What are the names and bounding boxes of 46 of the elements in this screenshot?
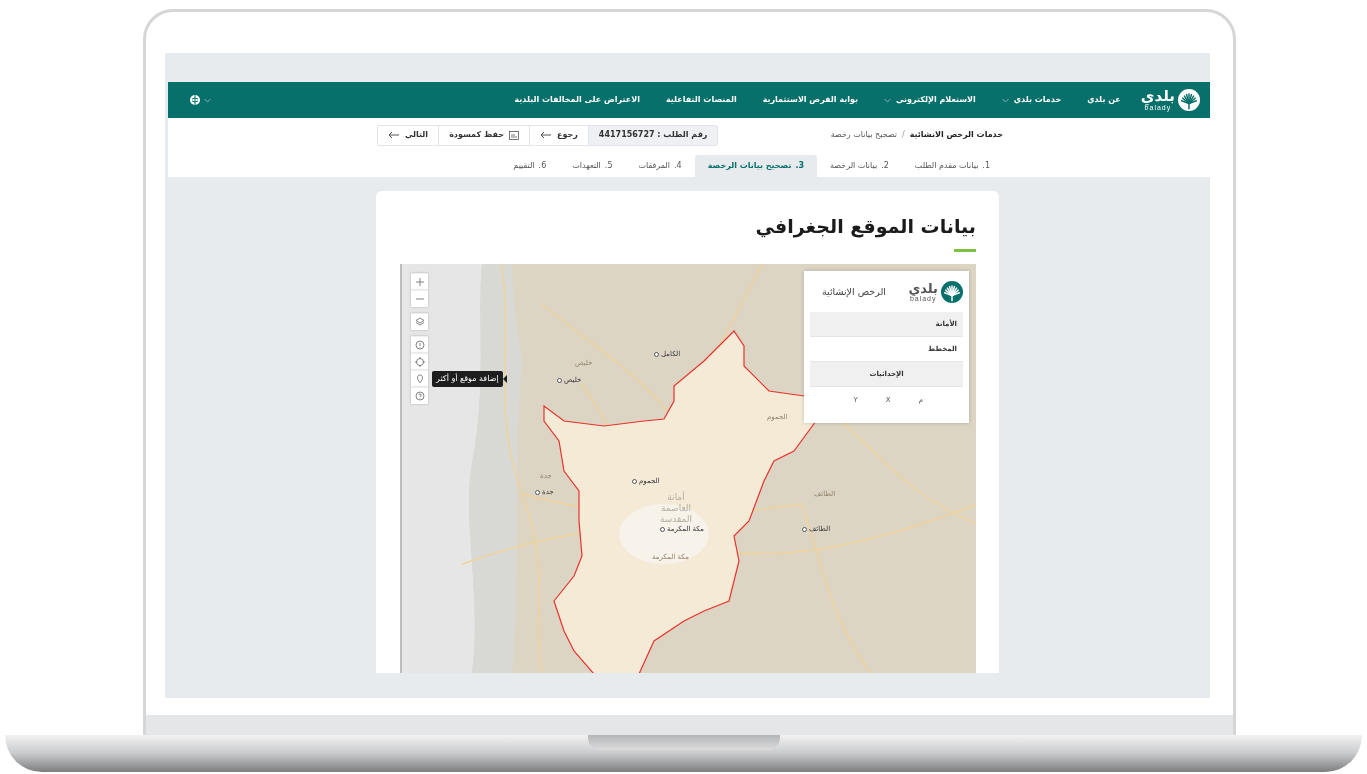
logo-wordmark: بلدي bbox=[908, 282, 938, 295]
arrow-left-icon bbox=[540, 131, 552, 139]
city-marker-icon bbox=[557, 377, 562, 383]
logo-wordmark: بلدي bbox=[1140, 89, 1175, 104]
zoom-out-button[interactable] bbox=[411, 290, 428, 307]
nav-link[interactable]: خدمات بلدي bbox=[1001, 94, 1062, 106]
crosshair-icon bbox=[413, 356, 426, 368]
nav-link[interactable]: عن بلدي bbox=[1087, 94, 1121, 106]
document-icon bbox=[509, 130, 519, 140]
region-label: أمانة العاصمة المقدسة bbox=[658, 492, 694, 525]
section-title: بيانات الموقع الجغرافي bbox=[754, 214, 976, 239]
city-marker-icon bbox=[654, 351, 659, 357]
zoom-in-button[interactable] bbox=[411, 273, 428, 290]
zoom-in-icon bbox=[413, 276, 426, 288]
help-button[interactable] bbox=[411, 387, 428, 404]
breadcrumb-current: تصحيح بيانات رخصة bbox=[830, 129, 897, 141]
title-underline bbox=[954, 249, 976, 252]
panel-title: الرخص الإنشائية bbox=[822, 284, 886, 299]
locate-button[interactable] bbox=[411, 353, 428, 370]
palm-logo-icon bbox=[941, 281, 963, 303]
nav-link[interactable]: بوابة الفرص الاستثمارية bbox=[762, 94, 858, 106]
city-marker-icon bbox=[535, 489, 540, 495]
layers-button[interactable] bbox=[411, 313, 428, 330]
chevron-down-icon bbox=[1001, 97, 1009, 103]
globe-icon[interactable] bbox=[190, 95, 200, 105]
back-button[interactable]: رجوع bbox=[530, 125, 589, 145]
breadcrumb-link[interactable]: خدمات الرخص الانشائية bbox=[909, 129, 1003, 141]
palm-logo-icon bbox=[1178, 89, 1200, 111]
city-marker-icon bbox=[802, 526, 807, 532]
nav-link[interactable]: المنصات التفاعلية bbox=[665, 94, 737, 106]
city-marker-icon bbox=[660, 526, 665, 532]
nav-link[interactable]: الاعتراض على المخالفات البلدية bbox=[514, 94, 640, 106]
help-icon bbox=[413, 390, 426, 402]
nav-link[interactable]: الاستعلام الإلكتروني bbox=[884, 94, 976, 106]
draft-button[interactable]: حفظ كمسودة bbox=[439, 125, 530, 145]
chevron-down-icon bbox=[884, 97, 891, 103]
arrow-left-icon bbox=[388, 131, 400, 139]
breadcrumb-separator: / bbox=[901, 129, 905, 141]
info-button[interactable] bbox=[411, 336, 428, 353]
chevron-down-icon[interactable] bbox=[204, 97, 211, 103]
layers-icon bbox=[413, 316, 426, 328]
city-marker-icon bbox=[632, 478, 637, 484]
tooltip: إضافة موقع أو أكثر bbox=[432, 371, 503, 387]
request-number: رقم الطلب : 4417156727 bbox=[588, 125, 718, 145]
next-button[interactable]: التالي bbox=[378, 125, 440, 145]
info-icon bbox=[413, 339, 426, 351]
